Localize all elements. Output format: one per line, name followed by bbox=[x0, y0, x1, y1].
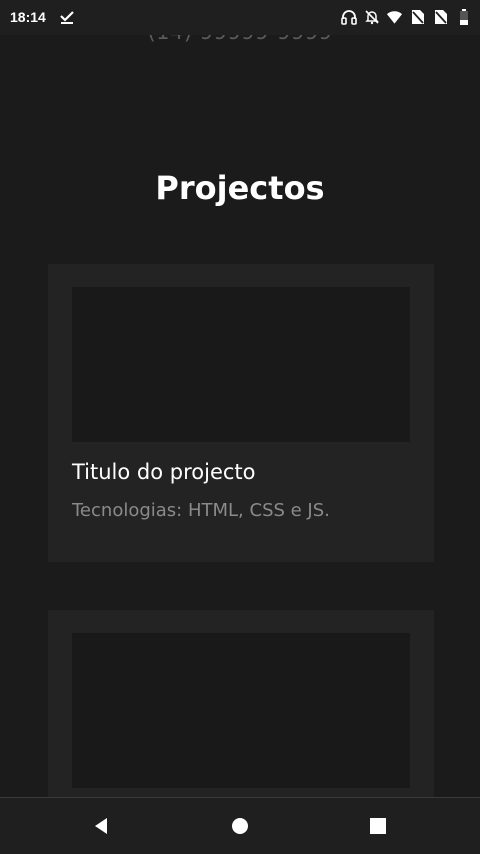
wifi-icon bbox=[386, 8, 403, 26]
section-title: Projectos bbox=[155, 169, 325, 207]
project-technologies: Tecnologias: HTML, CSS e JS. bbox=[72, 500, 330, 521]
status-icons bbox=[340, 8, 472, 26]
screen: 18:14 Projectos Titulo do projecto Tecno… bbox=[0, 0, 480, 854]
home-icon[interactable] bbox=[228, 814, 252, 838]
status-time: 18:14 bbox=[10, 9, 46, 25]
bell-off-icon bbox=[363, 8, 380, 26]
battery-icon bbox=[455, 8, 472, 26]
check-download-icon bbox=[59, 9, 75, 25]
project-image bbox=[72, 633, 410, 788]
status-bar: 18:14 bbox=[0, 0, 480, 35]
project-image bbox=[72, 287, 410, 442]
no-sim-icon bbox=[432, 8, 449, 26]
headphones-icon bbox=[340, 8, 357, 26]
recents-icon[interactable] bbox=[366, 814, 390, 838]
project-card[interactable]: Titulo do projecto Tecnologias: HTML, CS… bbox=[48, 264, 434, 562]
no-sim-icon bbox=[409, 8, 426, 26]
navigation-bar bbox=[0, 797, 480, 854]
project-title: Titulo do projecto bbox=[72, 460, 256, 484]
back-icon[interactable] bbox=[89, 814, 113, 838]
project-card[interactable] bbox=[48, 610, 434, 810]
